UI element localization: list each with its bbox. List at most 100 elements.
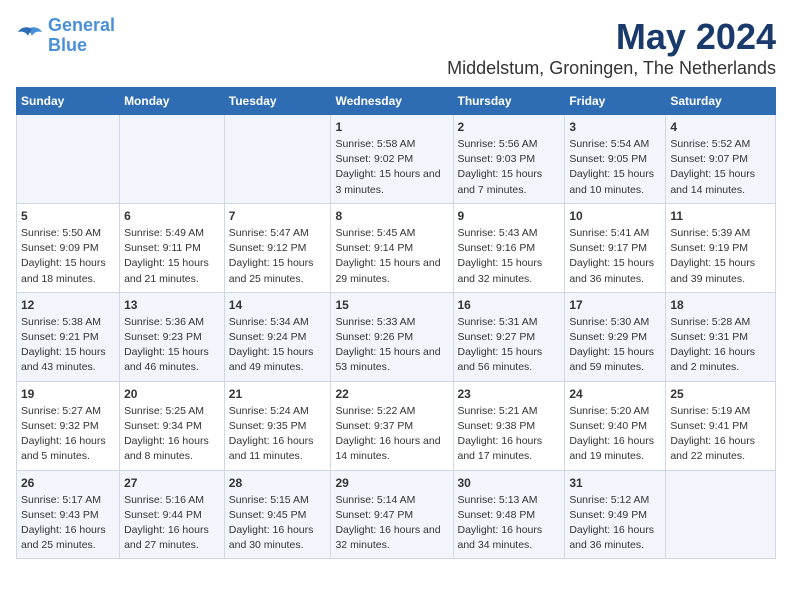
calendar-cell	[224, 115, 331, 204]
day-info: Sunrise: 5:12 AM Sunset: 9:49 PM Dayligh…	[569, 493, 661, 554]
day-info: Sunrise: 5:56 AM Sunset: 9:03 PM Dayligh…	[458, 137, 561, 198]
calendar-table: SundayMondayTuesdayWednesdayThursdayFrid…	[16, 87, 776, 559]
calendar-cell: 25 Sunrise: 5:19 AM Sunset: 9:41 PM Dayli…	[666, 381, 776, 470]
weekday-header-monday: Monday	[120, 88, 225, 115]
header: General Blue May 2024 Middelstum, Gronin…	[16, 16, 776, 79]
weekday-header-saturday: Saturday	[666, 88, 776, 115]
day-number: 1	[335, 120, 448, 134]
weekday-header-thursday: Thursday	[453, 88, 565, 115]
day-number: 21	[229, 387, 327, 401]
day-info: Sunrise: 5:13 AM Sunset: 9:48 PM Dayligh…	[458, 493, 561, 554]
day-number: 24	[569, 387, 661, 401]
calendar-cell: 22Sunrise: 5:22 AM Sunset: 9:37 PM Dayli…	[331, 381, 453, 470]
calendar-cell: 23 Sunrise: 5:21 AM Sunset: 9:38 PM Dayli…	[453, 381, 565, 470]
day-number: 6	[124, 209, 220, 223]
day-info: Sunrise: 5:19 AM Sunset: 9:41 PM Dayligh…	[670, 404, 771, 465]
day-number: 17	[569, 298, 661, 312]
calendar-cell: 18Sunrise: 5:28 AM Sunset: 9:31 PM Dayli…	[666, 292, 776, 381]
calendar-cell: 2 Sunrise: 5:56 AM Sunset: 9:03 PM Daylig…	[453, 115, 565, 204]
day-number: 9	[458, 209, 561, 223]
calendar-cell	[666, 470, 776, 559]
calendar-week-row: 5 Sunrise: 5:50 AM Sunset: 9:09 PM Daylig…	[17, 203, 776, 292]
day-info: Sunrise: 5:50 AM Sunset: 9:09 PM Dayligh…	[21, 226, 115, 287]
calendar-cell: 14 Sunrise: 5:34 AM Sunset: 9:24 PM Dayli…	[224, 292, 331, 381]
calendar-cell: 21Sunrise: 5:24 AM Sunset: 9:35 PM Dayli…	[224, 381, 331, 470]
day-number: 22	[335, 387, 448, 401]
day-info: Sunrise: 5:31 AM Sunset: 9:27 PM Dayligh…	[458, 315, 561, 376]
calendar-cell: 6 Sunrise: 5:49 AM Sunset: 9:11 PM Daylig…	[120, 203, 225, 292]
day-number: 29	[335, 476, 448, 490]
calendar-cell	[120, 115, 225, 204]
main-title: May 2024	[447, 16, 776, 58]
day-number: 20	[124, 387, 220, 401]
weekday-header-tuesday: Tuesday	[224, 88, 331, 115]
day-info: Sunrise: 5:17 AM Sunset: 9:43 PM Dayligh…	[21, 493, 115, 554]
logo-text: General Blue	[48, 16, 115, 56]
calendar-cell: 10Sunrise: 5:41 AM Sunset: 9:17 PM Dayli…	[565, 203, 666, 292]
logo: General Blue	[16, 16, 115, 56]
day-number: 23	[458, 387, 561, 401]
day-number: 14	[229, 298, 327, 312]
day-info: Sunrise: 5:20 AM Sunset: 9:40 PM Dayligh…	[569, 404, 661, 465]
calendar-week-row: 1 Sunrise: 5:58 AM Sunset: 9:02 PM Daylig…	[17, 115, 776, 204]
day-info: Sunrise: 5:25 AM Sunset: 9:34 PM Dayligh…	[124, 404, 220, 465]
calendar-cell: 12Sunrise: 5:38 AM Sunset: 9:21 PM Dayli…	[17, 292, 120, 381]
day-number: 4	[670, 120, 771, 134]
calendar-cell: 19 Sunrise: 5:27 AM Sunset: 9:32 PM Dayli…	[17, 381, 120, 470]
day-info: Sunrise: 5:30 AM Sunset: 9:29 PM Dayligh…	[569, 315, 661, 376]
calendar-cell: 1 Sunrise: 5:58 AM Sunset: 9:02 PM Daylig…	[331, 115, 453, 204]
calendar-cell: 9 Sunrise: 5:43 AM Sunset: 9:16 PM Daylig…	[453, 203, 565, 292]
weekday-header-sunday: Sunday	[17, 88, 120, 115]
weekday-header-wednesday: Wednesday	[331, 88, 453, 115]
day-number: 2	[458, 120, 561, 134]
day-number: 16	[458, 298, 561, 312]
day-number: 7	[229, 209, 327, 223]
day-info: Sunrise: 5:41 AM Sunset: 9:17 PM Dayligh…	[569, 226, 661, 287]
day-info: Sunrise: 5:47 AM Sunset: 9:12 PM Dayligh…	[229, 226, 327, 287]
day-info: Sunrise: 5:15 AM Sunset: 9:45 PM Dayligh…	[229, 493, 327, 554]
day-number: 13	[124, 298, 220, 312]
day-info: Sunrise: 5:43 AM Sunset: 9:16 PM Dayligh…	[458, 226, 561, 287]
calendar-cell: 4 Sunrise: 5:52 AM Sunset: 9:07 PM Daylig…	[666, 115, 776, 204]
day-info: Sunrise: 5:45 AM Sunset: 9:14 PM Dayligh…	[335, 226, 448, 287]
calendar-cell: 7 Sunrise: 5:47 AM Sunset: 9:12 PM Daylig…	[224, 203, 331, 292]
day-info: Sunrise: 5:14 AM Sunset: 9:47 PM Dayligh…	[335, 493, 448, 554]
calendar-cell: 24 Sunrise: 5:20 AM Sunset: 9:40 PM Dayli…	[565, 381, 666, 470]
calendar-cell: 15 Sunrise: 5:33 AM Sunset: 9:26 PM Dayli…	[331, 292, 453, 381]
day-info: Sunrise: 5:34 AM Sunset: 9:24 PM Dayligh…	[229, 315, 327, 376]
day-number: 5	[21, 209, 115, 223]
calendar-cell: 31 Sunrise: 5:12 AM Sunset: 9:49 PM Dayli…	[565, 470, 666, 559]
calendar-cell: 11 Sunrise: 5:39 AM Sunset: 9:19 PM Dayli…	[666, 203, 776, 292]
day-number: 3	[569, 120, 661, 134]
calendar-cell: 16 Sunrise: 5:31 AM Sunset: 9:27 PM Dayli…	[453, 292, 565, 381]
day-number: 19	[21, 387, 115, 401]
day-number: 15	[335, 298, 448, 312]
day-number: 18	[670, 298, 771, 312]
subtitle: Middelstum, Groningen, The Netherlands	[447, 58, 776, 79]
calendar-cell: 28Sunrise: 5:15 AM Sunset: 9:45 PM Dayli…	[224, 470, 331, 559]
weekday-header-friday: Friday	[565, 88, 666, 115]
day-number: 31	[569, 476, 661, 490]
calendar-cell: 27Sunrise: 5:16 AM Sunset: 9:44 PM Dayli…	[120, 470, 225, 559]
day-info: Sunrise: 5:52 AM Sunset: 9:07 PM Dayligh…	[670, 137, 771, 198]
day-info: Sunrise: 5:33 AM Sunset: 9:26 PM Dayligh…	[335, 315, 448, 376]
calendar-cell	[17, 115, 120, 204]
day-info: Sunrise: 5:36 AM Sunset: 9:23 PM Dayligh…	[124, 315, 220, 376]
calendar-week-row: 26Sunrise: 5:17 AM Sunset: 9:43 PM Dayli…	[17, 470, 776, 559]
day-info: Sunrise: 5:39 AM Sunset: 9:19 PM Dayligh…	[670, 226, 771, 287]
day-number: 27	[124, 476, 220, 490]
calendar-cell: 8Sunrise: 5:45 AM Sunset: 9:14 PM Daylig…	[331, 203, 453, 292]
weekday-header-row: SundayMondayTuesdayWednesdayThursdayFrid…	[17, 88, 776, 115]
calendar-cell: 20 Sunrise: 5:25 AM Sunset: 9:34 PM Dayli…	[120, 381, 225, 470]
day-number: 25	[670, 387, 771, 401]
day-number: 11	[670, 209, 771, 223]
day-info: Sunrise: 5:58 AM Sunset: 9:02 PM Dayligh…	[335, 137, 448, 198]
day-info: Sunrise: 5:21 AM Sunset: 9:38 PM Dayligh…	[458, 404, 561, 465]
calendar-cell: 13 Sunrise: 5:36 AM Sunset: 9:23 PM Dayli…	[120, 292, 225, 381]
day-number: 12	[21, 298, 115, 312]
day-info: Sunrise: 5:49 AM Sunset: 9:11 PM Dayligh…	[124, 226, 220, 287]
logo-bird-icon	[16, 24, 44, 48]
day-info: Sunrise: 5:27 AM Sunset: 9:32 PM Dayligh…	[21, 404, 115, 465]
calendar-week-row: 12Sunrise: 5:38 AM Sunset: 9:21 PM Dayli…	[17, 292, 776, 381]
day-info: Sunrise: 5:54 AM Sunset: 9:05 PM Dayligh…	[569, 137, 661, 198]
